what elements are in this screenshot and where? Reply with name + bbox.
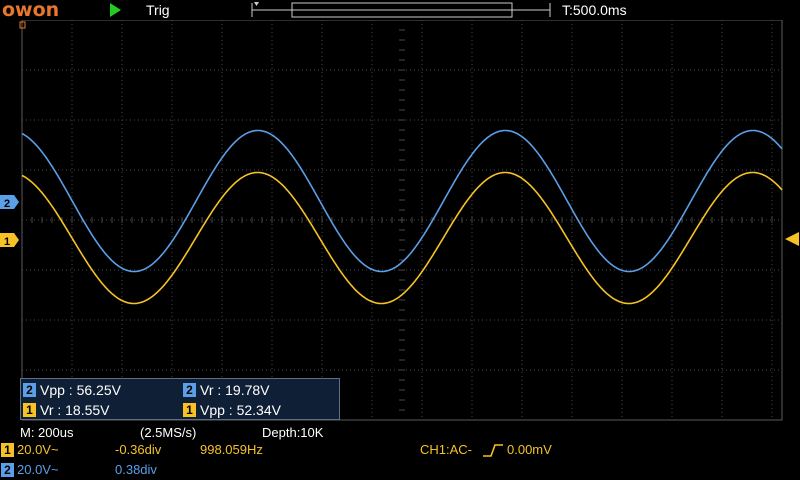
ch1-offset: -0.36div [115, 442, 162, 457]
ch1-info-row[interactable]: 1 20.0V~ -0.36div 998.059Hz CH1:AC- 0.00… [0, 440, 800, 460]
ch2-volts-div: 20.0V~ [17, 462, 59, 477]
ch1-volts-div: 20.0V~ [17, 442, 59, 457]
trigger-status: Trig [146, 2, 170, 18]
trigger-setting: CH1:AC- [420, 442, 473, 457]
ch2-info-row[interactable]: 2 20.0V~ 0.38div [0, 460, 800, 480]
sample-rate: (2.5MS/s) [140, 425, 197, 440]
play-triangle-icon[interactable] [110, 3, 121, 17]
ch1-waveform-trace [21, 171, 783, 305]
ch1-badge: 1 [23, 403, 36, 417]
horizontal-scale: M: 200us [20, 425, 74, 440]
svg-text:1: 1 [4, 236, 10, 248]
ch1-level-marker[interactable]: 1 [0, 233, 19, 248]
trigger-position-marker-icon [254, 2, 259, 6]
ch2-offset: 0.38div [115, 462, 157, 477]
top-status-bar: owon Trig T:500.0ms [0, 0, 800, 20]
measurement-panel: 2 Vpp : 56.25V 2 Vr : 19.78V 1 Vr : 18.55V … [20, 378, 340, 420]
ch2-badge: 2 [23, 383, 36, 397]
ch1-badge: 1 [1, 443, 14, 457]
measure-ch1-vr: 1 Vr : 18.55V [23, 400, 110, 420]
timebase-readout: T:500.0ms [562, 2, 627, 18]
channel-info-bar: 1 20.0V~ -0.36div 998.059Hz CH1:AC- 0.00… [0, 440, 800, 480]
trigger-level-arrow-icon [785, 232, 799, 246]
owon-logo: owon [2, 0, 60, 21]
memory-depth: Depth:10K [262, 425, 324, 440]
ch1-badge: 1 [183, 403, 196, 417]
measure-ch1-vpp: 1 Vpp : 52.34V [183, 400, 281, 420]
svg-text:2: 2 [4, 198, 10, 210]
trigger-level: 0.00mV [507, 442, 552, 457]
ch2-badge: 2 [1, 463, 14, 477]
measure-ch2-vpp: 2 Vpp : 56.25V [23, 380, 121, 400]
ch2-badge: 2 [183, 383, 196, 397]
ch2-level-marker[interactable]: 2 [0, 195, 19, 210]
rising-edge-icon [483, 444, 503, 457]
measure-ch2-vr: 2 Vr : 19.78V [183, 380, 270, 400]
waveform-display[interactable]: 2 1 [0, 20, 800, 425]
graticule [21, 20, 783, 421]
ch1-frequency: 998.059Hz [200, 442, 263, 457]
horizontal-info-bar: M: 200us (2.5MS/s) Depth:10K [0, 425, 800, 440]
memory-position-indicator[interactable] [250, 0, 555, 20]
